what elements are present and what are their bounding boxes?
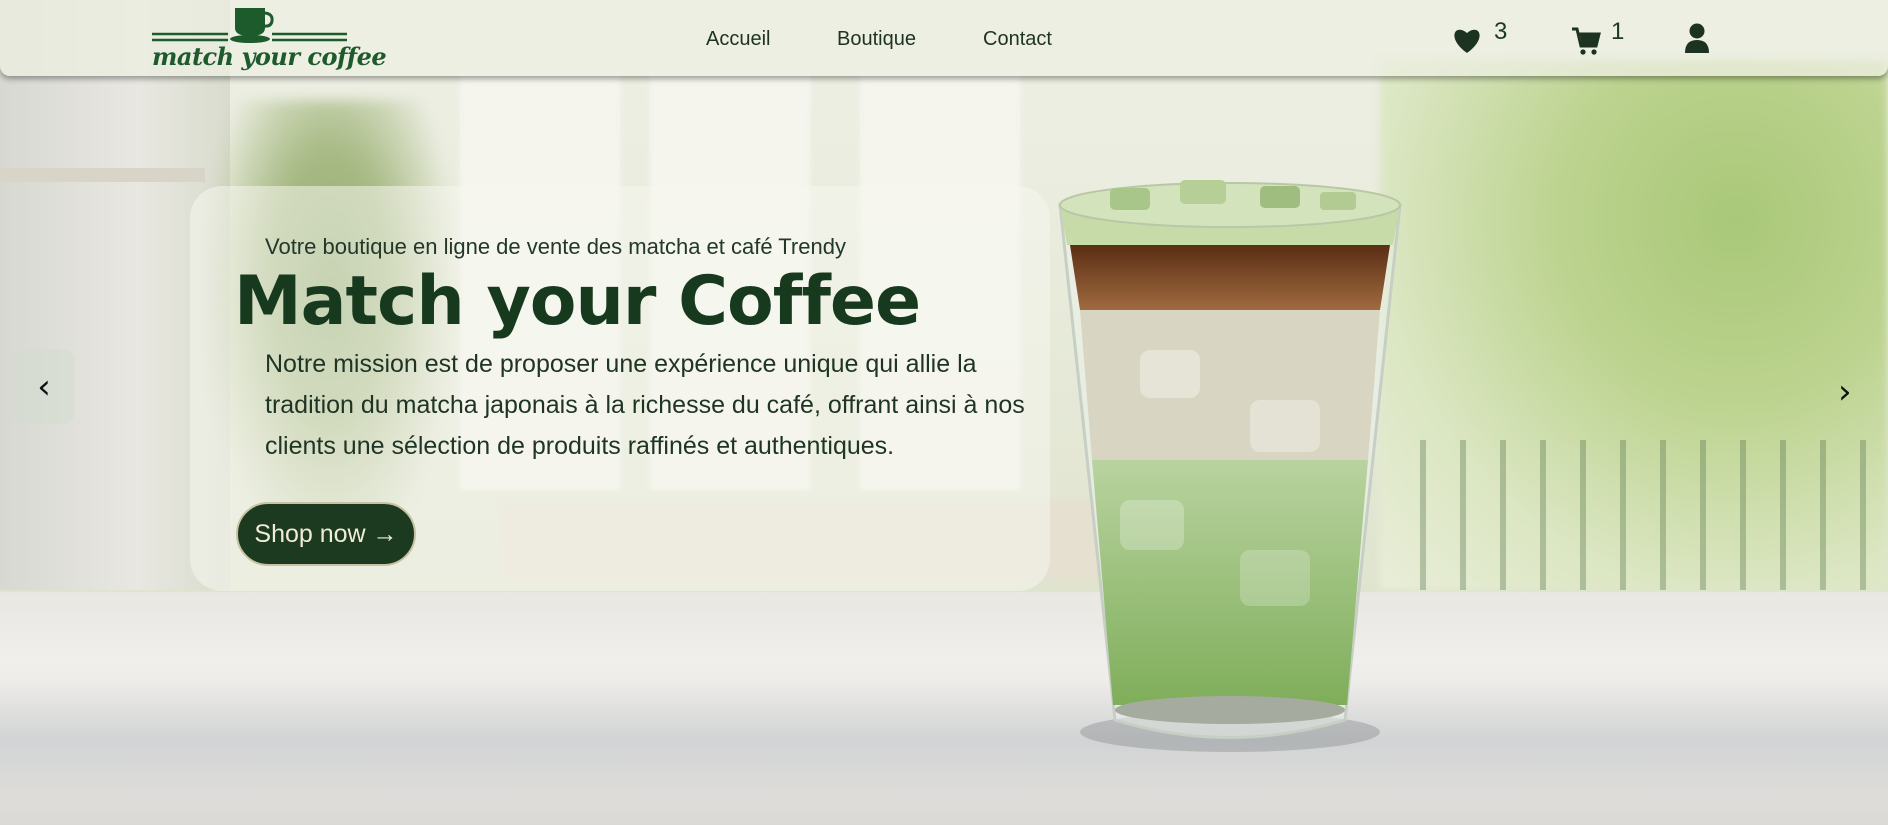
wishlist-count: 3 [1494,18,1508,45]
iced-matcha-latte-image [1058,180,1402,752]
kitchen-shelf [0,168,205,182]
shop-now-button[interactable]: Shop now → [236,502,416,566]
hero-title: Match your Coffee [234,262,921,341]
cart-icon[interactable] [1570,25,1602,57]
hero-mission: Notre mission est de proposer une expéri… [265,350,1025,460]
site-header: match your coffee Accueil Boutique Conta… [0,0,1888,76]
carousel-next-button[interactable]: › [1838,372,1852,412]
logo-text[interactable]: match your coffee [152,42,387,71]
nav-boutique[interactable]: Boutique [837,28,916,51]
balcony-rail [1420,440,1888,590]
nav-contact[interactable]: Contact [983,28,1052,51]
carousel-prev-button[interactable]: ‹ [14,349,74,424]
counter-shadow [0,680,1888,800]
cart-count: 1 [1611,18,1625,45]
user-icon[interactable] [1684,23,1710,53]
chevron-left-icon: ‹ [37,366,51,407]
heart-icon[interactable] [1452,26,1482,54]
nav-accueil[interactable]: Accueil [706,28,770,51]
hero-tagline: Votre boutique en ligne de vente des mat… [265,234,846,259]
chevron-right-icon: › [1838,372,1852,412]
